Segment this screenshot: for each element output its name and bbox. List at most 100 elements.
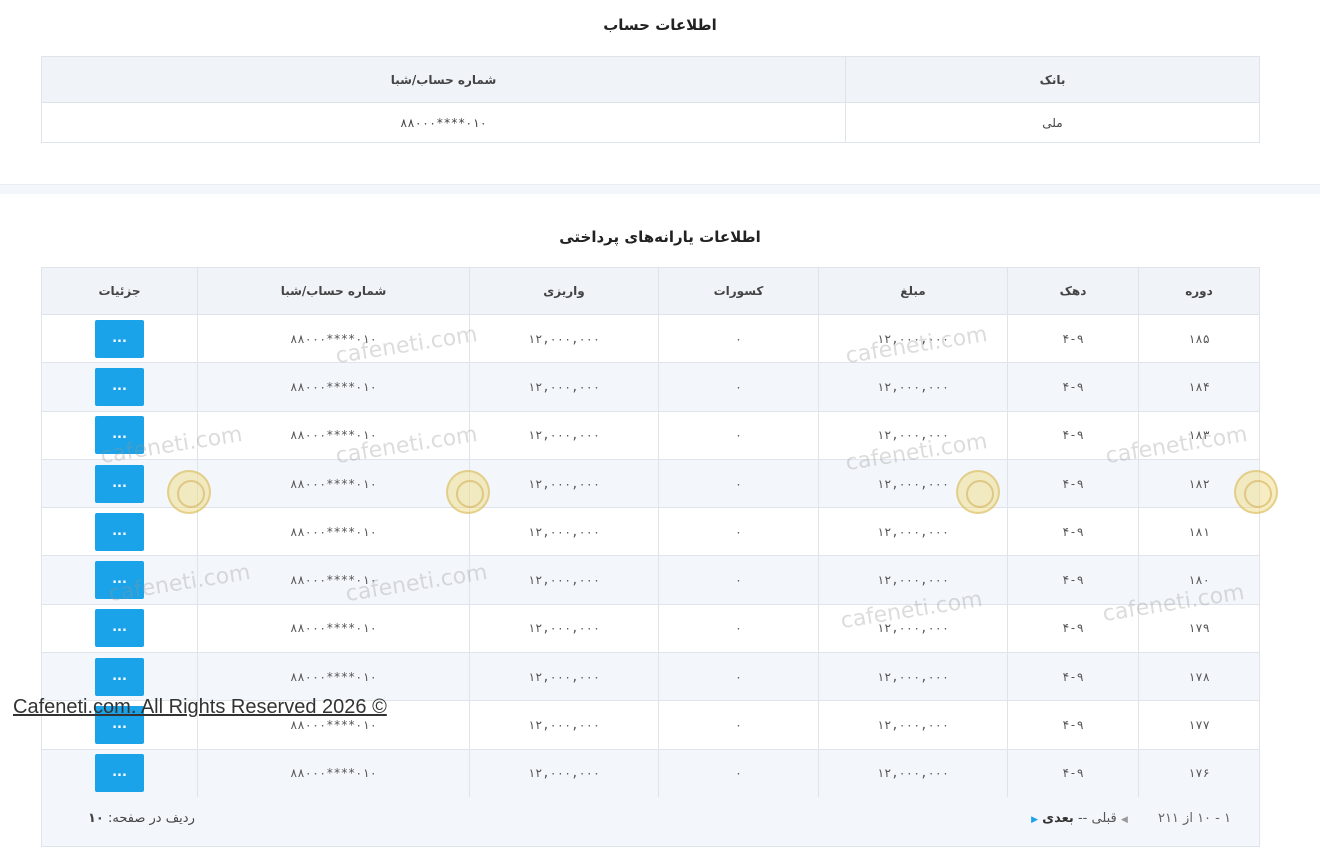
deposit-cell: ۱۲,۰۰۰,۰۰۰	[469, 555, 659, 605]
deductions-cell: ۰	[658, 603, 819, 654]
deductions-cell: ۰	[658, 555, 819, 605]
details-button[interactable]: ...	[95, 367, 144, 406]
account-info-title: اطلاعات حساب	[603, 16, 717, 34]
deductions-cell: ۰	[658, 748, 819, 798]
deposit-cell: ۱۲,۰۰۰,۰۰۰	[469, 507, 659, 557]
header-period: دوره	[1138, 267, 1260, 315]
bank-name: ملی	[845, 102, 1260, 143]
amount-cell: ۱۲,۰۰۰,۰۰۰	[818, 458, 1008, 509]
account-number-cell: ۰۱۰****۸۸۰۰۰	[197, 555, 470, 605]
period-cell: ۱۷۹	[1138, 603, 1260, 654]
pagination-nav: ◀ قبلی -- بعدی ▶	[1031, 811, 1128, 826]
table-row: ۱۸۲ ۴-۹ ۱۲,۰۰۰,۰۰۰ ۰ ۱۲,۰۰۰,۰۰۰ ۰۱۰****۸۸۰۰۰.…	[41, 458, 1260, 509]
details-cell: ...	[41, 507, 198, 557]
account-info-table: بانک شماره حساب/شبا ملی ۰۱۰****۸۸۰۰۰	[41, 56, 1260, 143]
header-account-number: شماره حساب/شبا	[197, 267, 470, 315]
prev-arrow-icon[interactable]: ◀	[1121, 815, 1128, 825]
deposit-cell: ۱۲,۰۰۰,۰۰۰	[469, 362, 659, 412]
deductions-cell: ۰	[658, 362, 819, 412]
period-cell: ۱۷۷	[1138, 700, 1260, 750]
decile-cell: ۴-۹	[1007, 410, 1139, 460]
next-page-button[interactable]: بعدی	[1042, 811, 1074, 826]
prev-page-button[interactable]: قبلی	[1091, 811, 1116, 826]
table-row: ۱۷۶ ۴-۹ ۱۲,۰۰۰,۰۰۰ ۰ ۱۲,۰۰۰,۰۰۰ ۰۱۰****۸۸۰۰۰.…	[41, 748, 1260, 798]
header-amount: مبلغ	[818, 267, 1008, 315]
next-arrow-icon[interactable]: ▶	[1031, 815, 1038, 825]
deductions-cell: ۰	[658, 458, 819, 509]
rows-per-page-label: ردیف در صفحه:	[108, 811, 195, 826]
subsidy-table-header-row: دوره دهک مبلغ کسورات واریزی شماره حساب/ش…	[41, 267, 1260, 315]
header-details: جزئیات	[41, 267, 198, 315]
pagination-controls: ۱ - ۱۰ از ۲۱۱ ◀ قبلی -- بعدی ▶	[1031, 811, 1231, 826]
details-button[interactable]: ...	[95, 561, 144, 600]
amount-cell: ۱۲,۰۰۰,۰۰۰	[818, 700, 1008, 750]
header-deductions: کسورات	[658, 267, 819, 315]
details-button[interactable]: ...	[95, 754, 144, 793]
deposit-cell: ۱۲,۰۰۰,۰۰۰	[469, 603, 659, 654]
account-number-cell: ۰۱۰****۸۸۰۰۰	[197, 603, 470, 654]
subsidy-info-title: اطلاعات یارانه‌های پرداختی	[559, 228, 761, 246]
deposit-cell: ۱۲,۰۰۰,۰۰۰	[469, 458, 659, 509]
amount-cell: ۱۲,۰۰۰,۰۰۰	[818, 603, 1008, 654]
details-button[interactable]: ...	[95, 319, 144, 358]
pagination-bar: ردیف در صفحه: ۱۰ ۱ - ۱۰ از ۲۱۱ ◀ قبلی --…	[41, 797, 1260, 847]
table-row: ۱۸۱ ۴-۹ ۱۲,۰۰۰,۰۰۰ ۰ ۱۲,۰۰۰,۰۰۰ ۰۱۰****۸۸۰۰۰.…	[41, 507, 1260, 557]
decile-cell: ۴-۹	[1007, 748, 1139, 798]
decile-cell: ۴-۹	[1007, 555, 1139, 605]
deductions-cell: ۰	[658, 700, 819, 750]
rows-per-page[interactable]: ردیف در صفحه: ۱۰	[82, 811, 195, 826]
pagination-separator: --	[1077, 811, 1088, 826]
amount-cell: ۱۲,۰۰۰,۰۰۰	[818, 410, 1008, 460]
table-row: ۱۷۹ ۴-۹ ۱۲,۰۰۰,۰۰۰ ۰ ۱۲,۰۰۰,۰۰۰ ۰۱۰****۸۸۰۰۰.…	[41, 603, 1260, 654]
period-cell: ۱۷۸	[1138, 652, 1260, 702]
period-cell: ۱۸۰	[1138, 555, 1260, 605]
account-number-cell: ۰۱۰****۸۸۰۰۰	[197, 313, 470, 364]
table-row: ۱۸۵ ۴-۹ ۱۲,۰۰۰,۰۰۰ ۰ ۱۲,۰۰۰,۰۰۰ ۰۱۰****۸۸۰۰۰.…	[41, 313, 1260, 364]
deposit-cell: ۱۲,۰۰۰,۰۰۰	[469, 748, 659, 798]
header-bank: بانک	[845, 56, 1260, 103]
amount-cell: ۱۲,۰۰۰,۰۰۰	[818, 652, 1008, 702]
account-number-cell: ۰۱۰****۸۸۰۰۰	[197, 748, 470, 798]
details-button[interactable]: ...	[95, 464, 144, 503]
details-button[interactable]: ...	[95, 512, 144, 551]
amount-cell: ۱۲,۰۰۰,۰۰۰	[818, 507, 1008, 557]
period-cell: ۱۸۴	[1138, 362, 1260, 412]
decile-cell: ۴-۹	[1007, 458, 1139, 509]
account-number-cell: ۰۱۰****۸۸۰۰۰	[197, 362, 470, 412]
decile-cell: ۴-۹	[1007, 313, 1139, 364]
account-table-header-row: بانک شماره حساب/شبا	[41, 56, 1260, 103]
table-row: ۱۸۴ ۴-۹ ۱۲,۰۰۰,۰۰۰ ۰ ۱۲,۰۰۰,۰۰۰ ۰۱۰****۸۸۰۰۰.…	[41, 362, 1260, 412]
account-number-cell: ۰۱۰****۸۸۰۰۰	[197, 458, 470, 509]
decile-cell: ۴-۹	[1007, 700, 1139, 750]
rows-per-page-value[interactable]: ۱۰	[88, 811, 104, 826]
deductions-cell: ۰	[658, 652, 819, 702]
account-table-row: ملی ۰۱۰****۸۸۰۰۰	[41, 102, 1260, 143]
deposit-cell: ۱۲,۰۰۰,۰۰۰	[469, 410, 659, 460]
account-number: ۰۱۰****۸۸۰۰۰	[41, 102, 846, 143]
header-account-number: شماره حساب/شبا	[41, 56, 846, 103]
period-cell: ۱۸۲	[1138, 458, 1260, 509]
details-cell: ...	[41, 748, 198, 798]
details-cell: ...	[41, 555, 198, 605]
deductions-cell: ۰	[658, 410, 819, 460]
table-row: ۱۷۸ ۴-۹ ۱۲,۰۰۰,۰۰۰ ۰ ۱۲,۰۰۰,۰۰۰ ۰۱۰****۸۸۰۰۰.…	[41, 652, 1260, 702]
period-cell: ۱۸۳	[1138, 410, 1260, 460]
subsidy-table-body: ۱۸۵ ۴-۹ ۱۲,۰۰۰,۰۰۰ ۰ ۱۲,۰۰۰,۰۰۰ ۰۱۰****۸۸۰۰۰.…	[41, 313, 1260, 798]
amount-cell: ۱۲,۰۰۰,۰۰۰	[818, 555, 1008, 605]
copyright-notice: Cafeneti.com. All Rights Reserved 2026 ©	[13, 696, 387, 718]
table-row: ۱۸۰ ۴-۹ ۱۲,۰۰۰,۰۰۰ ۰ ۱۲,۰۰۰,۰۰۰ ۰۱۰****۸۸۰۰۰.…	[41, 555, 1260, 605]
amount-cell: ۱۲,۰۰۰,۰۰۰	[818, 313, 1008, 364]
account-number-cell: ۰۱۰****۸۸۰۰۰	[197, 652, 470, 702]
page: اطلاعات حساب بانک شماره حساب/شبا ملی ۰۱۰…	[0, 0, 1320, 850]
details-button[interactable]: ...	[95, 416, 144, 455]
details-button[interactable]: ...	[95, 657, 144, 696]
details-cell: ...	[41, 652, 198, 702]
account-number-cell: ۰۱۰****۸۸۰۰۰	[197, 507, 470, 557]
header-decile: دهک	[1007, 267, 1139, 315]
details-button[interactable]: ...	[95, 609, 144, 648]
decile-cell: ۴-۹	[1007, 603, 1139, 654]
decile-cell: ۴-۹	[1007, 652, 1139, 702]
table-row: ۱۸۳ ۴-۹ ۱۲,۰۰۰,۰۰۰ ۰ ۱۲,۰۰۰,۰۰۰ ۰۱۰****۸۸۰۰۰.…	[41, 410, 1260, 460]
period-cell: ۱۸۱	[1138, 507, 1260, 557]
deductions-cell: ۰	[658, 507, 819, 557]
